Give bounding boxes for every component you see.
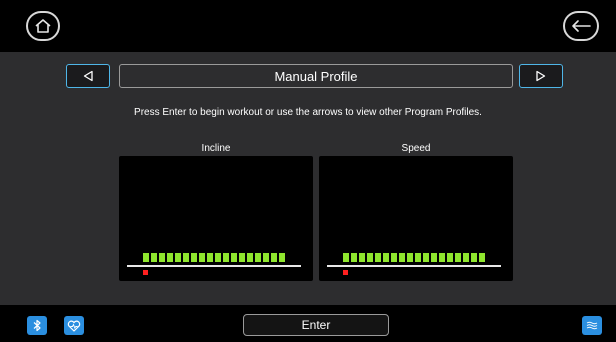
speed-bar-segment [359,253,365,262]
speed-bar-segment [463,253,469,262]
previous-profile-button[interactable] [66,64,110,88]
speed-bar-segment [391,253,397,262]
home-icon [35,19,51,33]
incline-bar-segment [199,253,205,262]
instructions-text: Press Enter to begin workout or use the … [134,107,482,118]
back-arrow-icon [572,20,591,32]
speed-bar-segment [423,253,429,262]
incline-bar-segment [207,253,213,262]
incline-bar-segment [151,253,157,262]
speed-bar-segment [439,253,445,262]
incline-bar-segment [247,253,253,262]
fan-button[interactable] [582,316,602,335]
speed-bar-segment [447,253,453,262]
speed-bar-segment [343,253,349,262]
speed-bar-segment [431,253,437,262]
speed-bar-segment [455,253,461,262]
speed-bar-segment [471,253,477,262]
bluetooth-icon [33,319,41,332]
home-button[interactable] [26,11,60,41]
profile-title: Manual Profile [119,64,513,88]
speed-bar-segment [415,253,421,262]
incline-bar-segment [215,253,221,262]
incline-bar-segment [191,253,197,262]
incline-bar-segment [167,253,173,262]
incline-bar-segment [263,253,269,262]
speed-position-marker [343,270,348,275]
triangle-left-icon [83,70,93,82]
next-profile-button[interactable] [519,64,563,88]
back-button[interactable] [563,11,599,41]
speed-bars [343,253,485,262]
incline-bar-segment [231,253,237,262]
speed-bar-segment [407,253,413,262]
incline-bar-segment [223,253,229,262]
incline-bars [143,253,285,262]
incline-bar-segment [159,253,165,262]
speed-bar-segment [399,253,405,262]
incline-label: Incline [201,143,231,154]
incline-profile-panel [119,156,313,281]
speed-bar-segment [479,253,485,262]
speed-profile-panel [319,156,513,281]
speed-bar-segment [375,253,381,262]
heart-rate-icon [67,320,81,332]
incline-bar-segment [143,253,149,262]
incline-bar-segment [279,253,285,262]
speed-bar-segment [383,253,389,262]
incline-bar-segment [175,253,181,262]
incline-baseline [127,265,301,267]
speed-bar-segment [351,253,357,262]
incline-position-marker [143,270,148,275]
speed-label: Speed [401,143,431,154]
triangle-right-icon [536,70,546,82]
top-bar [0,0,616,52]
incline-bar-segment [271,253,277,262]
incline-bar-segment [183,253,189,262]
fan-icon [586,321,598,330]
bluetooth-button[interactable] [27,316,47,335]
enter-button[interactable]: Enter [243,314,389,336]
incline-bar-segment [255,253,261,262]
speed-baseline [327,265,501,267]
speed-bar-segment [367,253,373,262]
heart-rate-button[interactable] [64,316,84,335]
incline-bar-segment [239,253,245,262]
